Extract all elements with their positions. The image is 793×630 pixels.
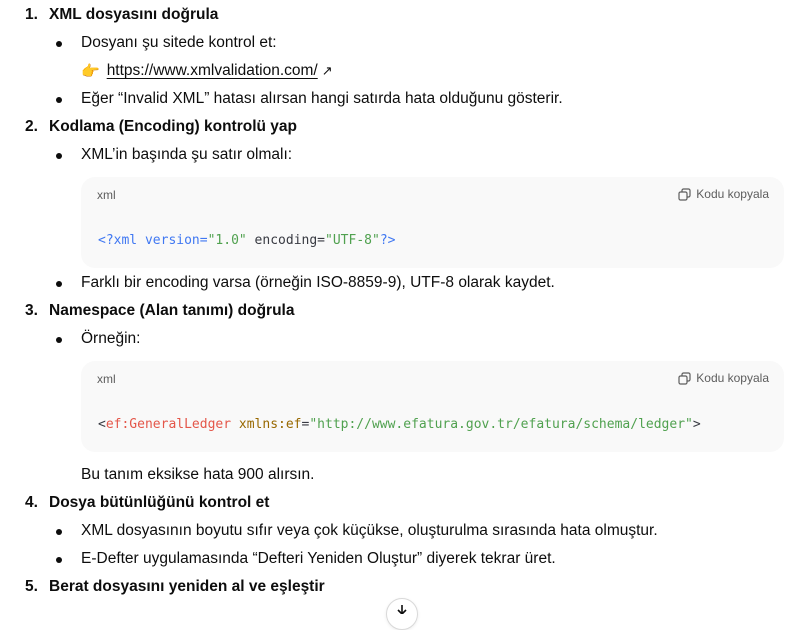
- step-2-bullet-2: Farklı bir encoding varsa (örneğin ISO-8…: [81, 274, 555, 291]
- step-4-bullet-2: E-Defter uygulamasında “Defteri Yeniden …: [81, 550, 556, 567]
- bullet: [56, 337, 62, 343]
- step-1-title: XML dosyasını doğrula: [49, 6, 219, 23]
- copy-icon: [678, 371, 691, 385]
- copy-code-label: Kodu kopyala: [696, 371, 769, 385]
- step-1-bullet-1: Dosyanı şu sitede kontrol et:: [81, 34, 277, 51]
- scroll-down-icon: [397, 605, 407, 614]
- code-line: <?xml version="1.0" encoding="UTF-8"?>: [98, 233, 396, 248]
- copy-code-button[interactable]: Kodu kopyala: [678, 371, 769, 385]
- step-3-note: Bu tanım eksikse hata 900 alırsın.: [81, 466, 315, 483]
- code-block-xml-declaration: xml Kodu kopyala <?xml version="1.0" enc…: [81, 177, 784, 268]
- bullet: [56, 529, 62, 535]
- step-2-bullet-1: XML’in başında şu satır olmalı:: [81, 146, 293, 163]
- step-1-number: 1.: [25, 6, 38, 23]
- validator-link[interactable]: https://www.xmlvalidation.com/: [107, 62, 318, 80]
- step-2-number: 2.: [25, 118, 38, 135]
- pointing-hand-icon: 👉: [81, 63, 100, 80]
- code-block-namespace: xml Kodu kopyala <ef:GeneralLedger xmlns…: [81, 361, 784, 452]
- step-5-title: Berat dosyasını yeniden al ve eşleştir: [49, 578, 325, 595]
- bullet: [56, 97, 62, 103]
- step-4-bullet-1: XML dosyasının boyutu sıfır veya çok küç…: [81, 522, 658, 539]
- code-line: <ef:GeneralLedger xmlns:ef="http://www.e…: [98, 417, 701, 432]
- code-language-label: xml: [97, 372, 116, 386]
- copy-code-label: Kodu kopyala: [696, 187, 769, 201]
- step-3-number: 3.: [25, 302, 38, 319]
- validator-link-row: 👉 https://www.xmlvalidation.com/ ↗: [81, 62, 333, 80]
- code-language-label: xml: [97, 188, 116, 202]
- bullet: [56, 153, 62, 159]
- step-3-title: Namespace (Alan tanımı) doğrula: [49, 302, 295, 319]
- bullet: [56, 557, 62, 563]
- step-5-number: 5.: [25, 578, 38, 595]
- bullet: [56, 281, 62, 287]
- external-link-icon[interactable]: ↗: [322, 63, 333, 79]
- step-3-bullet-1: Örneğin:: [81, 330, 141, 347]
- step-4-number: 4.: [25, 494, 38, 511]
- copy-icon: [678, 187, 691, 201]
- step-2-title: Kodlama (Encoding) kontrolü yap: [49, 118, 298, 135]
- step-4-title: Dosya bütünlüğünü kontrol et: [49, 494, 270, 511]
- copy-code-button[interactable]: Kodu kopyala: [678, 187, 769, 201]
- scroll-down-button[interactable]: [386, 598, 418, 630]
- bullet: [56, 41, 62, 47]
- step-1-bullet-2: Eğer “Invalid XML” hatası alırsan hangi …: [81, 90, 563, 107]
